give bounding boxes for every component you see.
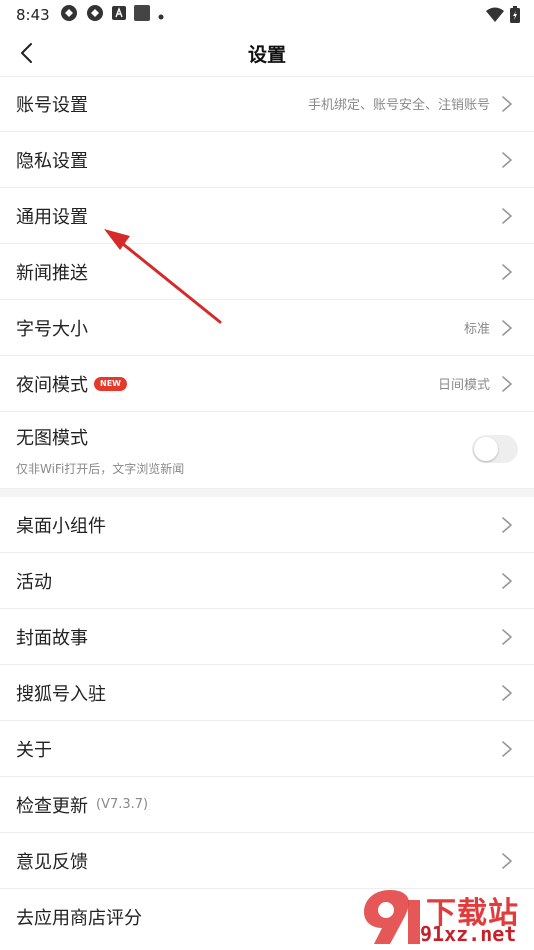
settings-row-label: 字号大小 [16,318,88,340]
settings-row-label: 桌面小组件 [16,515,106,537]
app-notification-icon [86,4,104,26]
settings-row-hint: 手机绑定、账号安全、注销账号 [307,98,490,113]
settings-row-hint: 日间模式 [437,378,490,393]
app-version-text: (V7.3.7) [96,797,149,812]
chevron-right-icon [502,207,512,224]
settings-row-widget[interactable]: 桌面小组件 [0,497,534,553]
settings-list: 账号设置 手机绑定、账号安全、注销账号 隐私设置 通用设置 新闻推送 字号大小 … [0,76,534,944]
settings-row-feedback[interactable]: 意见反馈 [0,833,534,889]
settings-row-cover-story[interactable]: 封面故事 [0,609,534,665]
chevron-right-icon [502,151,512,168]
chevron-right-icon [502,375,512,392]
chevron-right-icon [502,740,512,757]
settings-row-check-update[interactable]: 检查更新 (V7.3.7) [0,777,534,833]
wifi-icon [486,7,504,27]
font-app-icon [111,6,126,24]
settings-row-privacy[interactable]: 隐私设置 [0,132,534,188]
section-divider [0,489,534,497]
settings-row-general[interactable]: 通用设置 [0,188,534,244]
settings-row-sohu-account[interactable]: 搜狐号入驻 [0,665,534,721]
settings-row-label: 新闻推送 [16,262,88,284]
navigation-bar: 设置 [0,30,534,77]
settings-row-label: 关于 [16,739,52,761]
settings-row-no-image: 无图模式 仅非WiFi打开后，文字浏览新闻 [0,412,534,489]
chevron-right-icon [502,516,512,533]
settings-row-news-push[interactable]: 新闻推送 [0,244,534,300]
settings-row-about[interactable]: 关于 [0,721,534,777]
chevron-right-icon [502,263,512,280]
battery-icon [510,6,520,27]
settings-row-label: 去应用商店评分 [16,907,142,929]
settings-row-font-size[interactable]: 字号大小 标准 [0,300,534,356]
settings-row-label: 意见反馈 [16,851,88,873]
more-notifications-dot-icon [158,6,164,24]
status-bar: 8:43 [0,0,534,30]
status-right-icons [486,6,520,27]
settings-row-label: 隐私设置 [16,150,88,172]
app-notification-icon [60,4,78,26]
settings-row-label: 搜狐号入驻 [16,683,106,705]
chevron-right-icon [502,852,512,869]
settings-row-subtitle: 仅非WiFi打开后，文字浏览新闻 [16,462,185,476]
settings-row-label: 夜间模式 [16,374,88,396]
no-image-toggle[interactable] [472,435,518,463]
chevron-right-icon [502,95,512,112]
site-watermark: 下载站 91xz.net [360,886,530,948]
toggle-knob [474,437,498,461]
chevron-right-icon [502,319,512,336]
settings-row-label: 封面故事 [16,627,88,649]
settings-row-label: 通用设置 [16,206,88,228]
chevron-right-icon [502,628,512,645]
page-title: 设置 [247,44,286,66]
settings-row-label: 无图模式 [16,428,88,449]
watermark-url: 91xz.net [420,922,517,946]
settings-row-hint: 标准 [463,322,490,337]
status-time: 8:43 [16,6,50,24]
settings-row-account[interactable]: 账号设置 手机绑定、账号安全、注销账号 [0,76,534,132]
settings-row-activity[interactable]: 活动 [0,553,534,609]
settings-row-label: 检查更新 [16,795,88,817]
new-badge: NEW [94,376,127,391]
settings-row-label: 账号设置 [16,94,88,116]
settings-row-label: 活动 [16,571,52,593]
square-app-icon [133,5,150,25]
settings-row-night-mode[interactable]: 夜间模式 NEW 日间模式 [0,356,534,412]
chevron-right-icon [502,572,512,589]
watermark-logo-icon [364,890,420,944]
chevron-right-icon [502,684,512,701]
